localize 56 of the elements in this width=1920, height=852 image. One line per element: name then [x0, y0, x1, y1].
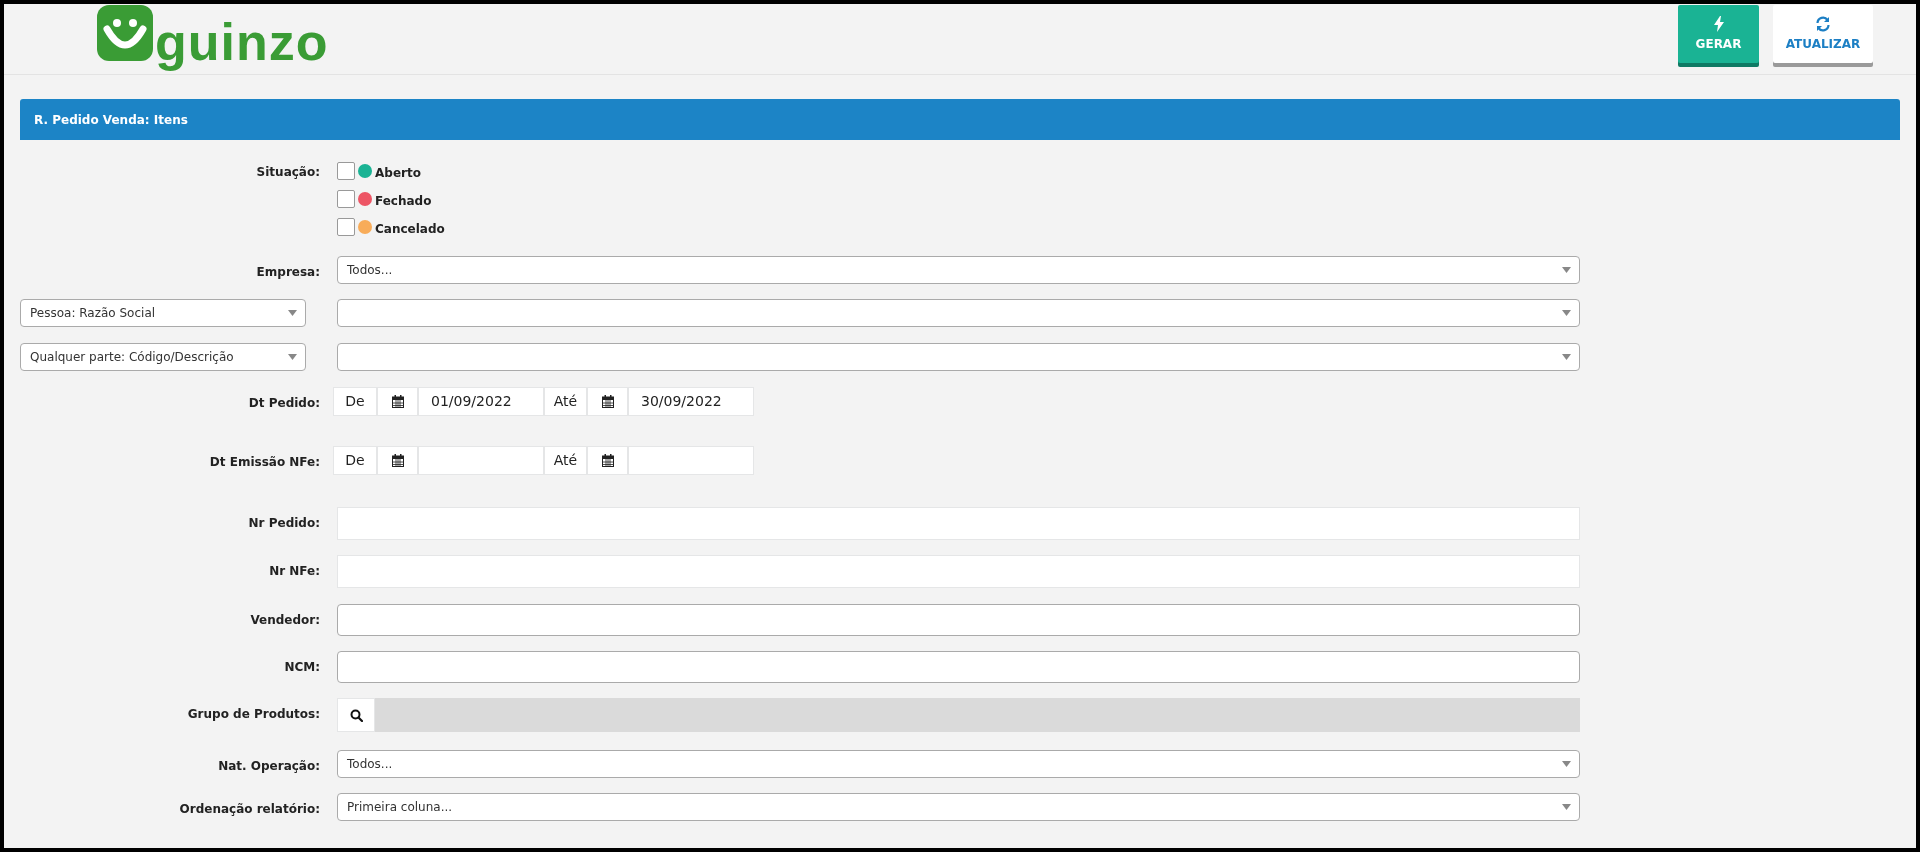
caret-icon: [1562, 267, 1571, 273]
calendar-button[interactable]: [377, 387, 418, 416]
field-label: Dt Emissão NFe:: [209, 454, 320, 471]
field-label: Empresa:: [256, 264, 320, 281]
select-field[interactable]: Todos...: [337, 256, 1580, 284]
calendar-button[interactable]: [377, 446, 418, 475]
select-field[interactable]: Todos...: [337, 750, 1580, 778]
date-to-label: Até: [544, 446, 587, 475]
date-field[interactable]: 30/09/2022: [628, 387, 754, 416]
calendar-icon: [391, 454, 404, 467]
panel-header: R. Pedido Venda: Itens: [20, 99, 1900, 140]
smiley-logo-icon: [97, 5, 153, 61]
input-field[interactable]: [337, 604, 1580, 636]
field-label: Nr Pedido:: [248, 515, 320, 532]
checkbox[interactable]: [337, 162, 355, 180]
date-field[interactable]: 01/09/2022: [418, 387, 544, 416]
date-to-label: Até: [544, 387, 587, 416]
select-field[interactable]: Qualquer parte: Código/Descrição: [20, 343, 306, 371]
field-label: NCM:: [284, 659, 320, 676]
date-from-label: De: [333, 446, 377, 475]
field-label: Vendedor:: [250, 612, 320, 629]
caret-icon: [1562, 804, 1571, 810]
field-label: Situação:: [256, 164, 320, 181]
search-icon: [349, 708, 363, 722]
date-field[interactable]: [628, 446, 754, 475]
select-field[interactable]: [337, 343, 1580, 371]
caret-icon: [288, 310, 297, 316]
caret-icon: [1562, 354, 1571, 360]
option-label: Aberto: [375, 165, 421, 182]
select-field[interactable]: Pessoa: Razão Social: [20, 299, 306, 327]
calendar-icon: [601, 454, 614, 467]
lookup-field[interactable]: [375, 698, 1580, 732]
date-from-label: De: [333, 387, 377, 416]
caret-icon: [1562, 310, 1571, 316]
field-label: Dt Pedido:: [248, 395, 320, 412]
select-field[interactable]: [337, 299, 1580, 327]
checkbox[interactable]: [337, 190, 355, 208]
caret-icon: [288, 354, 297, 360]
date-field[interactable]: [418, 446, 544, 475]
search-button[interactable]: [337, 698, 375, 732]
checkbox[interactable]: [337, 218, 355, 236]
calendar-button[interactable]: [587, 446, 628, 475]
input-field[interactable]: [337, 651, 1580, 683]
option-label: Fechado: [375, 193, 432, 210]
field-label: Nr NFe:: [269, 563, 320, 580]
field-label: Grupo de Produtos:: [187, 706, 320, 723]
calendar-icon: [391, 395, 404, 408]
lightning-icon: [1713, 15, 1724, 32]
refresh-icon: [1815, 15, 1831, 32]
field-label: Ordenação relatório:: [179, 801, 320, 818]
select-field[interactable]: Primeira coluna...: [337, 793, 1580, 821]
caret-icon: [1562, 761, 1571, 767]
calendar-button[interactable]: [587, 387, 628, 416]
option-label: Cancelado: [375, 221, 445, 238]
field-label: Nat. Operação:: [218, 758, 320, 775]
calendar-icon: [601, 395, 614, 408]
